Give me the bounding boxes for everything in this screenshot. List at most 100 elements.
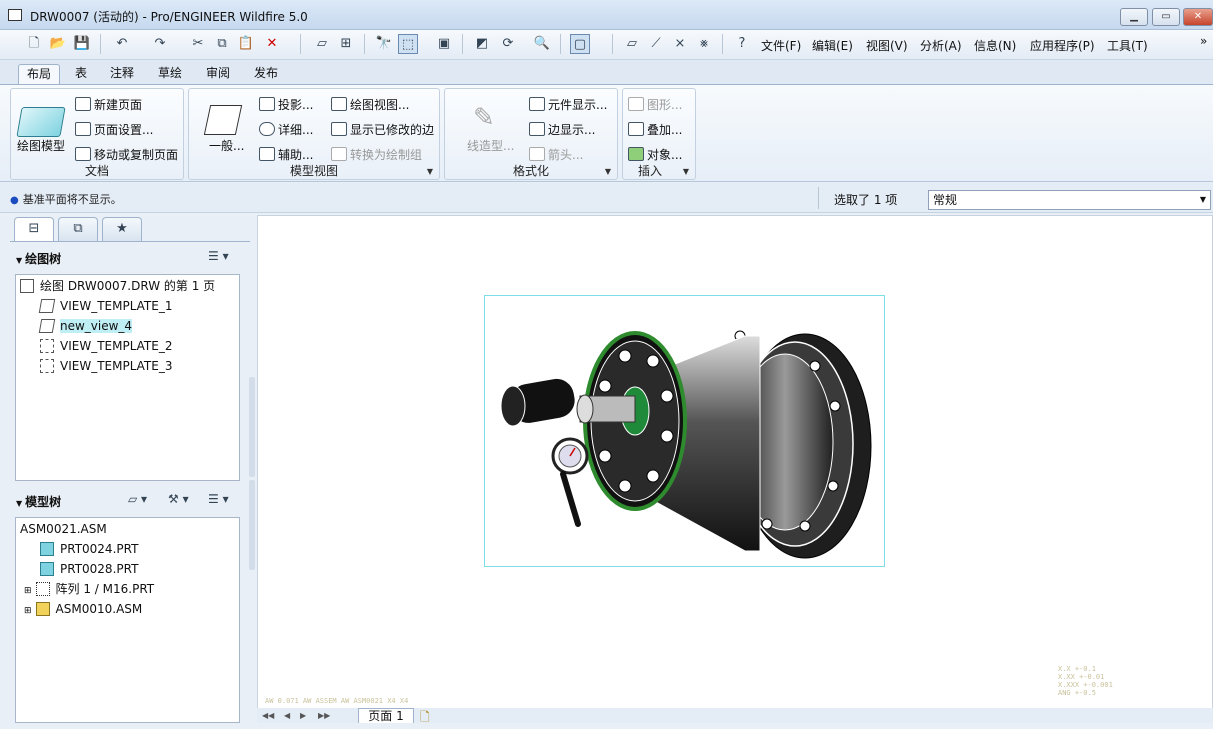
datum-plane-icon[interactable]: ⏥	[622, 34, 642, 54]
chevron-down-icon[interactable]: ▼	[605, 167, 611, 176]
auxiliary-button[interactable]: 辅助...	[259, 145, 313, 165]
drawing-model-button[interactable]: 绘图模型	[17, 136, 65, 156]
tab-favorites[interactable]: ★	[102, 217, 142, 241]
tree-item[interactable]: ASM0021.ASM	[20, 519, 107, 539]
detail-button[interactable]: 详细...	[259, 120, 313, 140]
tree-item[interactable]: VIEW_TEMPLATE_1	[38, 296, 172, 316]
prev-page-icon[interactable]: ◀	[284, 711, 290, 720]
menu-edit[interactable]: 编辑(E)	[812, 37, 853, 54]
modified-edges-icon	[331, 122, 347, 136]
object-label: 对象...	[647, 148, 683, 162]
save-icon[interactable]: 💾	[72, 34, 92, 54]
display-style-icon[interactable]: ▢	[570, 34, 590, 54]
projection-label: 投影...	[278, 98, 314, 112]
menu-tools[interactable]: 工具(T)	[1107, 37, 1148, 54]
show-modified-edges-button[interactable]: 显示已修改的边	[331, 120, 434, 140]
last-page-icon[interactable]: ▶▶	[318, 711, 330, 720]
tree-item-label: ASM0021.ASM	[20, 522, 107, 536]
find-icon[interactable]: 🔭	[374, 34, 394, 54]
object-button[interactable]: 对象...	[628, 145, 682, 165]
detail-icon	[259, 122, 275, 136]
overlay-button[interactable]: 叠加...	[628, 120, 682, 140]
menu-analysis[interactable]: 分析(A)	[920, 37, 962, 54]
undo-icon[interactable]: ↶	[112, 34, 132, 54]
line-style-button[interactable]: 线造型...	[467, 136, 514, 156]
show-button[interactable]: ▱ ▾	[128, 492, 147, 510]
coord-system-icon[interactable]: ⨳	[694, 34, 714, 54]
new-page-tab-icon[interactable]: 🗋	[420, 708, 430, 729]
zoom-icon[interactable]: 🔍	[532, 34, 552, 54]
next-page-icon[interactable]: ▶	[300, 711, 306, 720]
tree-settings-button[interactable]: ☰ ▾	[208, 492, 229, 510]
select-mode-icon[interactable]: ▣	[434, 34, 454, 54]
redo-icon[interactable]: ↷	[150, 34, 170, 54]
tree-item[interactable]: ⊞ ASM0010.ASM	[24, 599, 142, 619]
page-tab[interactable]: 页面 1	[358, 708, 414, 723]
open-folder-icon[interactable]: 📂	[48, 34, 68, 54]
first-page-icon[interactable]: ◀◀	[262, 711, 274, 720]
drawing-page-icon	[20, 279, 34, 293]
tree-item[interactable]: 绘图 DRW0007.DRW 的第 1 页	[20, 276, 215, 296]
panel-splitter[interactable]	[249, 377, 255, 477]
tree-settings-button[interactable]: ☰ ▾	[208, 249, 229, 267]
tree-item[interactable]: VIEW_TEMPLATE_3	[40, 356, 172, 376]
copy-icon[interactable]: ⧉	[212, 34, 232, 54]
tab-review[interactable]: 审阅	[198, 64, 238, 84]
cut-icon[interactable]: ✂	[188, 34, 208, 54]
menu-view[interactable]: 视图(V)	[866, 37, 908, 54]
tree-item[interactable]: VIEW_TEMPLATE_2	[40, 336, 172, 356]
context-help-icon[interactable]: ?	[732, 34, 752, 54]
select-box-icon[interactable]: ⬚	[398, 34, 418, 54]
repaint-icon[interactable]: ◩	[472, 34, 492, 54]
new-file-icon[interactable]: 🗋	[24, 34, 44, 54]
new-page-button[interactable]: 新建页面	[75, 95, 142, 115]
page-setup-button[interactable]: 页面设置...	[75, 120, 153, 140]
expand-icon[interactable]: ⊞	[24, 586, 32, 596]
graph-button[interactable]: 图形...	[628, 95, 682, 115]
close-button[interactable]: ✕	[1183, 8, 1213, 26]
tab-model-tree[interactable]: ⊟	[14, 217, 54, 241]
drawing-tree-header[interactable]: ▼ 绘图树	[16, 250, 61, 267]
menu-overflow[interactable]: »	[1200, 34, 1207, 48]
layers-icon[interactable]: ▱	[312, 34, 332, 54]
minimize-button[interactable]: ▁	[1120, 8, 1148, 26]
tab-table[interactable]: 表	[67, 64, 95, 84]
general-view-button[interactable]: 一般...	[209, 136, 244, 156]
menu-file[interactable]: 文件(F)	[761, 37, 801, 54]
tree-item-selected[interactable]: new_view_4	[38, 316, 133, 336]
model-tree-header[interactable]: ▼ 模型树	[16, 493, 61, 510]
maximize-button[interactable]: ▭	[1152, 8, 1180, 26]
panel-splitter[interactable]	[249, 480, 255, 570]
tab-annotate[interactable]: 注释	[102, 64, 142, 84]
chevron-down-icon[interactable]: ▼	[683, 167, 689, 176]
expand-icon[interactable]: ⊞	[24, 606, 32, 616]
arrows-button[interactable]: 箭头...	[529, 145, 583, 165]
tree-item[interactable]: PRT0024.PRT	[40, 539, 138, 559]
menu-applications[interactable]: 应用程序(P)	[1030, 37, 1095, 54]
menu-info[interactable]: 信息(N)	[974, 37, 1016, 54]
tree-icon[interactable]: ⊞	[336, 34, 356, 54]
edge-display-button[interactable]: 边显示...	[529, 120, 595, 140]
datum-point-icon[interactable]: ⨯	[670, 34, 690, 54]
projection-button[interactable]: 投影...	[259, 95, 313, 115]
tab-folder-browser[interactable]: ⧉	[58, 217, 98, 241]
tree-tools-icon[interactable]: ⚒ ▾	[168, 492, 189, 510]
tab-publish[interactable]: 发布	[246, 64, 286, 84]
paste-icon[interactable]: 📋	[236, 34, 256, 54]
tree-item[interactable]: PRT0028.PRT	[40, 559, 138, 579]
drawing-view-button[interactable]: 绘图视图...	[331, 95, 409, 115]
convert-to-draft-group-button[interactable]: 转换为绘制组	[331, 145, 422, 165]
tree-item-label: ASM0010.ASM	[55, 602, 143, 616]
chevron-down-icon[interactable]: ▼	[427, 167, 433, 176]
tab-sketch[interactable]: 草绘	[150, 64, 190, 84]
datum-axis-icon[interactable]: ⟋	[646, 34, 666, 54]
selection-filter-select[interactable]: 常规 ▼	[928, 190, 1211, 210]
delete-icon[interactable]: ✕	[262, 34, 282, 54]
tree-item[interactable]: ⊞ 阵列 1 / M16.PRT	[24, 579, 154, 599]
toolbar-separator	[462, 34, 463, 54]
refit-icon[interactable]: ⟳	[498, 34, 518, 54]
drawing-view-frame[interactable]	[484, 295, 885, 567]
component-display-button[interactable]: 元件显示...	[529, 95, 607, 115]
move-copy-page-button[interactable]: 移动或复制页面	[75, 145, 178, 165]
tab-layout[interactable]: 布局	[18, 64, 61, 84]
